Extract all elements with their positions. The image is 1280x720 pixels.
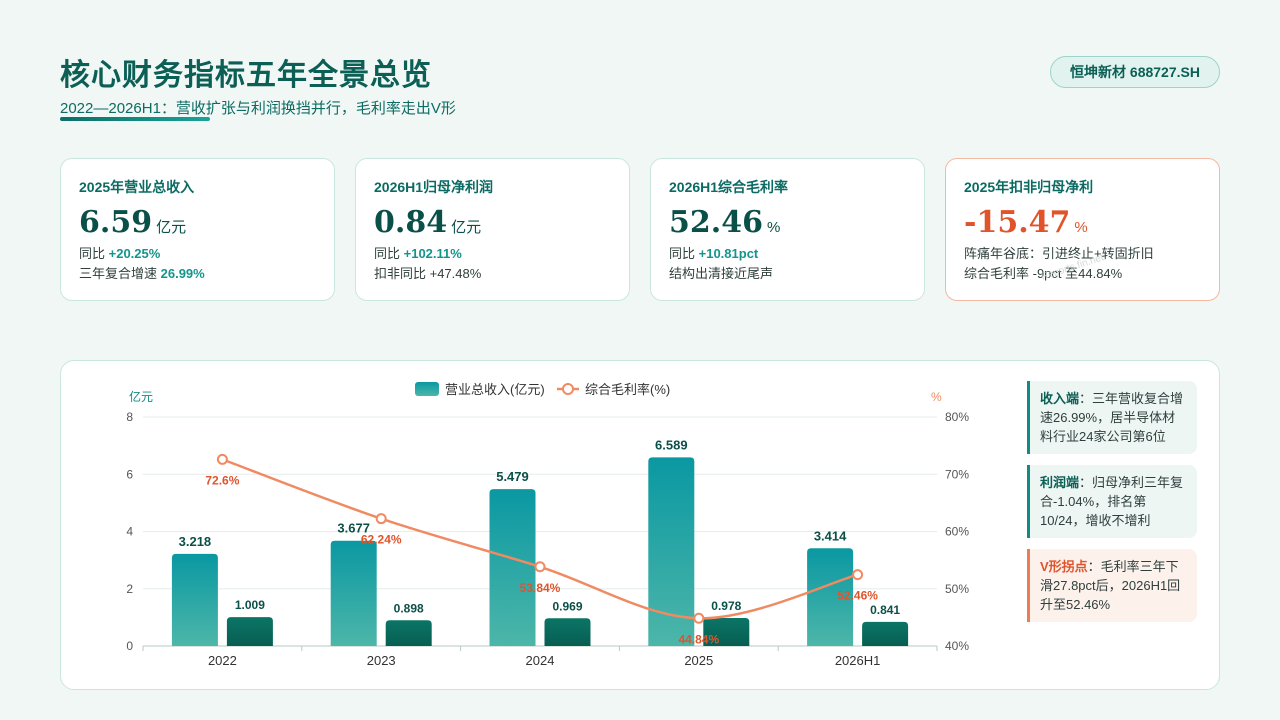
margin-point-label: 53.84% xyxy=(520,581,561,595)
chart-panel: 0 2 4 6 8 40% 50% 60% 70% 80% 亿元% 2022 2023 2024 2025 2… xyxy=(60,360,1220,690)
margin-point xyxy=(216,453,228,465)
bar-net-profit-label: 0.841 xyxy=(870,603,900,617)
margin-point-label: 72.6% xyxy=(205,473,239,487)
y-left-tick-label: 8 xyxy=(126,410,133,424)
kpi-value: -15.47 xyxy=(964,205,1071,240)
y-left-tick-label: 6 xyxy=(126,467,133,481)
kpi-value: 52.46 xyxy=(669,205,763,240)
y-right-tick-label: 80% xyxy=(945,410,969,424)
bar-net-profit-label: 0.978 xyxy=(711,599,741,613)
bar-net-profit xyxy=(385,620,432,646)
y-left-tick-label: 4 xyxy=(126,525,133,539)
bar-revenue xyxy=(489,489,536,646)
page-subtitle: 2022—2026H1：营收扩张与利润换挡并行，毛利率走出V形 xyxy=(60,100,456,117)
kpi-card-gross-margin: 2026H1综合毛利率 52.46 % 同比 +10.81pct 结构出清接近尾… xyxy=(650,158,925,301)
x-tick-label: 2022 xyxy=(208,653,237,668)
kpi-line: 三年复合增速 26.99% xyxy=(79,266,205,281)
y-left-tick-label: 2 xyxy=(126,582,133,596)
margin-point-label: 52.46% xyxy=(837,589,878,603)
note-v-turn: V形拐点：毛利率三年下滑27.8pct后，2026H1回升至52.46% xyxy=(1027,549,1197,622)
margin-point xyxy=(534,561,546,573)
y-left-tick-label: 0 xyxy=(126,639,133,653)
kpi-title: 2025年扣非归母净利 xyxy=(964,179,1094,195)
x-tick-label: 2024 xyxy=(526,653,555,668)
bar-revenue-label: 3.218 xyxy=(179,534,212,549)
y-right-axis-label: % xyxy=(931,390,942,404)
bar-revenue-label: 3.414 xyxy=(814,528,847,543)
x-tick-label: 2026H1 xyxy=(835,653,881,668)
margin-point-label: 44.84% xyxy=(678,632,719,646)
kpi-title: 2026H1归母净利润 xyxy=(374,179,494,195)
note-profit: 利润端：归母净利三年复合-1.04%，排名第10/24，增收不增利 xyxy=(1027,465,1197,538)
kpi-value: 6.59 xyxy=(79,205,153,240)
combo-chart: 0 2 4 6 8 40% 50% 60% 70% 80% 亿元 % 2022 2023 2024 2025 2… xyxy=(126,382,969,668)
page-title: 核心财务指标五年全景总览 xyxy=(60,59,432,92)
bar-net-profit-label: 0.969 xyxy=(552,599,582,613)
y-right-tick-label: 40% xyxy=(945,639,969,653)
kpi-unit: 亿元 xyxy=(156,219,187,236)
x-tick-label: 2025 xyxy=(684,653,713,668)
margin-point xyxy=(852,569,864,581)
kpi-line: 结构出清接近尾声 xyxy=(669,266,774,281)
legend-line-marker xyxy=(562,383,574,395)
subtitle-underline xyxy=(60,117,210,121)
y-right-tick-label: 70% xyxy=(945,467,969,481)
x-tick-label: 2023 xyxy=(367,653,396,668)
note-revenue: 收入端：三年营收复合增速26.99%，居半导体材料行业24家公司第6位 xyxy=(1027,381,1197,454)
bar-revenue-label: 6.589 xyxy=(655,437,688,452)
kpi-unit: % xyxy=(766,219,781,236)
bar-net-profit xyxy=(226,617,273,646)
kpi-line: 同比 +20.25% xyxy=(79,246,161,261)
bar-revenue xyxy=(330,540,377,646)
kpi-title: 2025年营业总收入 xyxy=(79,179,195,195)
kpi-line: 同比 +102.11% xyxy=(374,246,462,261)
kpi-line: 同比 +10.81pct xyxy=(669,246,759,261)
kpi-card-revenue: 2025年营业总收入 6.59 亿元 同比 +20.25% 三年复合增速 26.… xyxy=(60,158,335,301)
legend-bar-label: 营业总收入(亿元) xyxy=(445,382,545,397)
kpi-unit: % xyxy=(1074,219,1088,236)
y-left-axis-label: 亿元 xyxy=(129,389,153,404)
y-right-tick-label: 50% xyxy=(945,582,969,596)
bar-revenue-label: 5.479 xyxy=(496,469,529,484)
stock-badge: 恒坤新材 688727.SH xyxy=(1050,56,1220,88)
kpi-title: 2026H1综合毛利率 xyxy=(669,179,789,195)
bar-revenue xyxy=(171,553,218,646)
margin-point xyxy=(693,612,705,624)
margin-point xyxy=(375,513,387,525)
bar-net-profit xyxy=(544,618,591,646)
y-right-tick-label: 60% xyxy=(945,525,969,539)
legend-bar-swatch xyxy=(415,382,439,396)
kpi-value: 0.84 xyxy=(374,205,448,240)
kpi-card-net-profit: 2026H1归母净利润 0.84 亿元 同比 +102.11% 扣非同比 +47… xyxy=(355,158,630,301)
kpi-line: 扣非同比 +47.48% xyxy=(374,266,482,281)
bar-net-profit-label: 0.898 xyxy=(394,601,424,615)
bar-net-profit xyxy=(862,621,909,646)
kpi-card-non-gaap-profit: 2025年扣非归母净利 -15.47 % 阵痛年谷底：引进终止+转固折旧 综合毛… xyxy=(945,158,1220,301)
legend-line-label: 综合毛利率(%) xyxy=(585,382,670,397)
kpi-unit: 亿元 xyxy=(451,219,482,236)
bar-net-profit-label: 1.009 xyxy=(235,598,265,612)
margin-point-label: 62.24% xyxy=(361,533,402,547)
